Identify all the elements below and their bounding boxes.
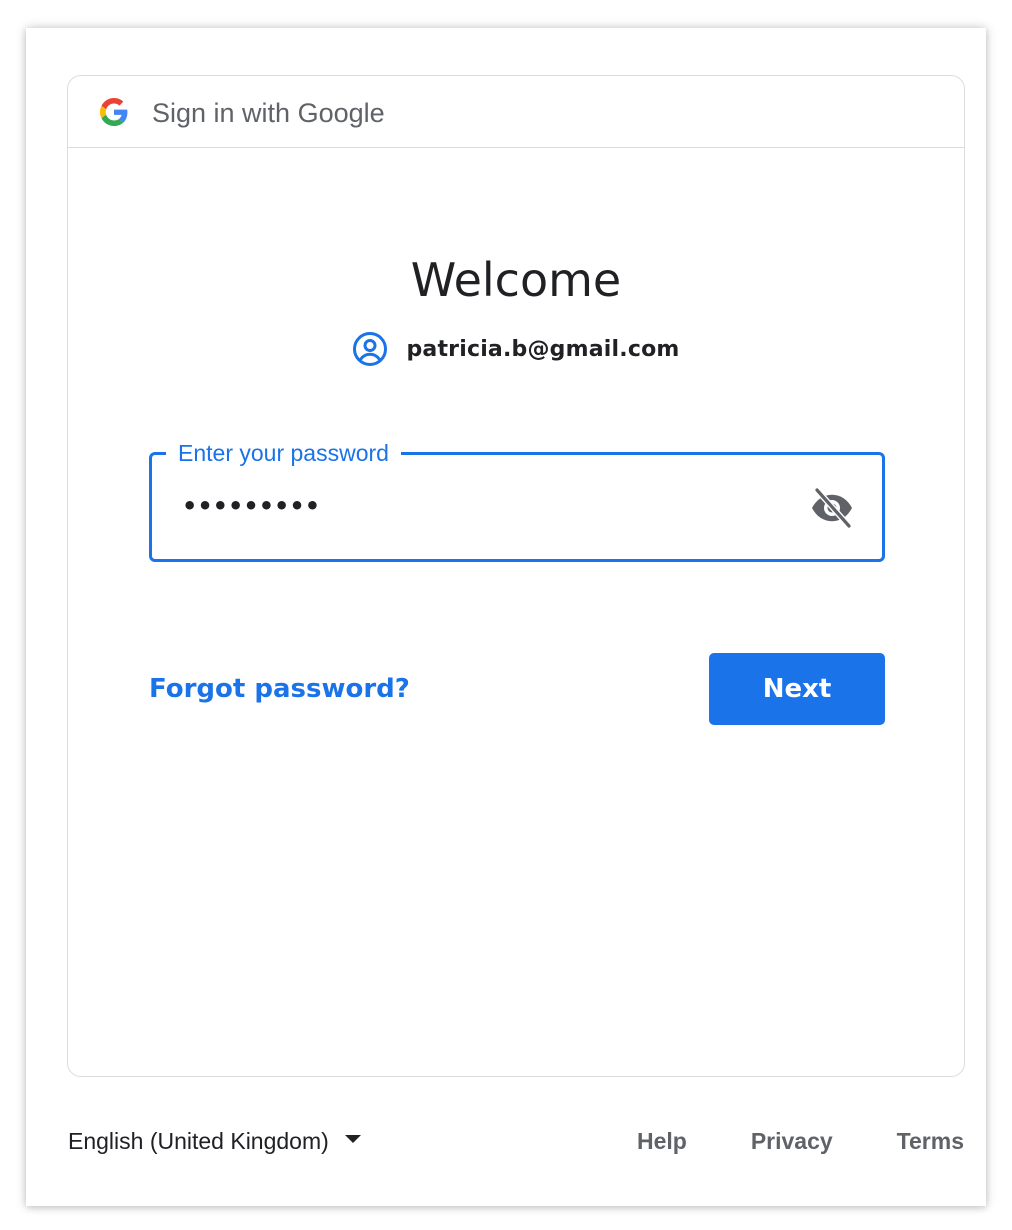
privacy-link[interactable]: Privacy (751, 1124, 833, 1158)
account-email: patricia.b@gmail.com (406, 336, 680, 362)
next-button[interactable]: Next (709, 653, 885, 725)
chevron-down-icon (344, 1135, 361, 1143)
eye-off-icon (812, 487, 852, 529)
forgot-password-link[interactable]: Forgot password? (149, 672, 410, 706)
password-input[interactable]: ••••••••• (182, 491, 320, 521)
sign-in-window: Sign in with Google Welcome patricia.b@g… (26, 28, 986, 1206)
card-header: Sign in with Google (68, 76, 964, 148)
google-g-icon (100, 98, 128, 126)
account-circle-icon (353, 332, 388, 366)
header-title: Sign in with Google (152, 98, 385, 128)
password-field[interactable]: Enter your password ••••••••• (149, 438, 885, 562)
account-chip[interactable]: patricia.b@gmail.com (68, 331, 964, 367)
footer-links: Help Privacy Terms (637, 1124, 964, 1158)
language-select[interactable]: English (United Kingdom) (68, 1124, 361, 1158)
page-title: Welcome (410, 253, 622, 307)
terms-link[interactable]: Terms (897, 1124, 964, 1158)
sign-in-card: Sign in with Google Welcome patricia.b@g… (67, 75, 965, 1077)
language-label: English (United Kingdom) (68, 1128, 329, 1154)
help-link[interactable]: Help (637, 1124, 687, 1158)
footer: English (United Kingdom) Help Privacy Te… (68, 1124, 964, 1160)
password-label: Enter your password (166, 438, 401, 468)
show-password-toggle[interactable] (808, 485, 856, 531)
